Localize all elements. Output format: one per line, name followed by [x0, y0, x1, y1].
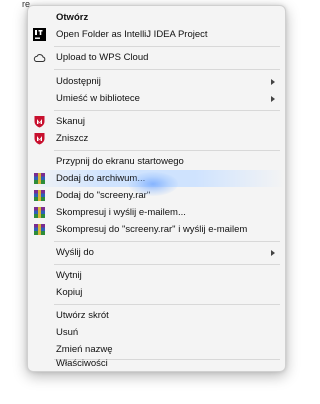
menu-separator	[54, 46, 280, 47]
menu-item-label: Zmień nazwę	[56, 344, 113, 355]
menu-item-share[interactable]: Udostępnij	[28, 73, 285, 90]
menu-separator	[54, 264, 280, 265]
menu-item-label: Zniszcz	[56, 133, 89, 144]
menu-item-copy[interactable]: Kopiuj	[28, 284, 285, 301]
menu-item-label: Właściwości	[56, 358, 108, 369]
menu-item-open-intellij[interactable]: Open Folder as IntelliJ IDEA Project	[28, 26, 285, 43]
menu-separator	[54, 69, 280, 70]
menu-separator	[54, 150, 280, 151]
menu-item-shred[interactable]: Zniszcz	[28, 130, 285, 147]
menu-item-compress-and-email[interactable]: Skompresuj i wyślij e-mailem...	[28, 204, 285, 221]
menu-item-upload-wps[interactable]: Upload to WPS Cloud	[28, 49, 285, 66]
menu-item-open[interactable]: Otwórz	[28, 9, 285, 26]
menu-item-compress-to-screeny-rar-and-email[interactable]: Skompresuj do "screeny.rar" i wyślij e-m…	[28, 221, 285, 238]
menu-item-label: Skompresuj do "screeny.rar" i wyślij e-m…	[56, 224, 248, 235]
menu-item-label: Kopiuj	[56, 287, 83, 298]
menu-separator	[54, 241, 280, 242]
menu-item-label: Otwórz	[56, 12, 89, 23]
menu-item-label: Utwórz skrót	[56, 310, 109, 321]
menu-item-label: Open Folder as IntelliJ IDEA Project	[56, 29, 208, 40]
winrar-icon	[34, 190, 45, 201]
menu-item-label: Skanuj	[56, 116, 86, 127]
menu-item-label: Wytnij	[56, 270, 82, 281]
menu-item-label: Upload to WPS Cloud	[56, 52, 149, 63]
menu-item-label: Wyślij do	[56, 247, 94, 258]
submenu-arrow-icon	[271, 79, 275, 85]
menu-item-label: Udostępnij	[56, 76, 101, 87]
cloud-icon	[33, 54, 46, 62]
menu-item-pin-to-start[interactable]: Przypnij do ekranu startowego	[28, 153, 285, 170]
winrar-icon	[34, 173, 45, 184]
submenu-arrow-icon	[271, 96, 275, 102]
winrar-icon	[34, 224, 45, 235]
submenu-arrow-icon	[271, 250, 275, 256]
menu-item-add-to-archive[interactable]: Dodaj do archiwum...	[28, 170, 285, 187]
menu-item-label: Usuń	[56, 327, 79, 338]
mcafee-shield-icon	[34, 133, 45, 145]
menu-separator	[54, 110, 280, 111]
menu-separator	[54, 304, 280, 305]
menu-item-scan[interactable]: Skanuj	[28, 113, 285, 130]
menu-item-label: Przypnij do ekranu startowego	[56, 156, 184, 167]
menu-item-include-in-library[interactable]: Umieść w bibliotece	[28, 90, 285, 107]
menu-item-add-to-screeny-rar[interactable]: Dodaj do "screeny.rar"	[28, 187, 285, 204]
menu-item-label: Dodaj do archiwum...	[56, 173, 146, 184]
menu-item-cut[interactable]: Wytnij	[28, 267, 285, 284]
mcafee-shield-icon	[34, 116, 45, 128]
menu-item-create-shortcut[interactable]: Utwórz skrót	[28, 307, 285, 324]
winrar-icon	[34, 207, 45, 218]
menu-item-label: Umieść w bibliotece	[56, 93, 140, 104]
menu-item-send-to[interactable]: Wyślij do	[28, 244, 285, 261]
intellij-icon	[33, 28, 46, 41]
menu-item-label: Dodaj do "screeny.rar"	[56, 190, 151, 201]
menu-item-delete[interactable]: Usuń	[28, 324, 285, 341]
context-menu: Otwórz Open Folder as IntelliJ IDEA Proj…	[27, 5, 286, 372]
menu-item-label: Skompresuj i wyślij e-mailem...	[56, 207, 186, 218]
menu-item-properties[interactable]: Właściwości	[28, 355, 285, 372]
